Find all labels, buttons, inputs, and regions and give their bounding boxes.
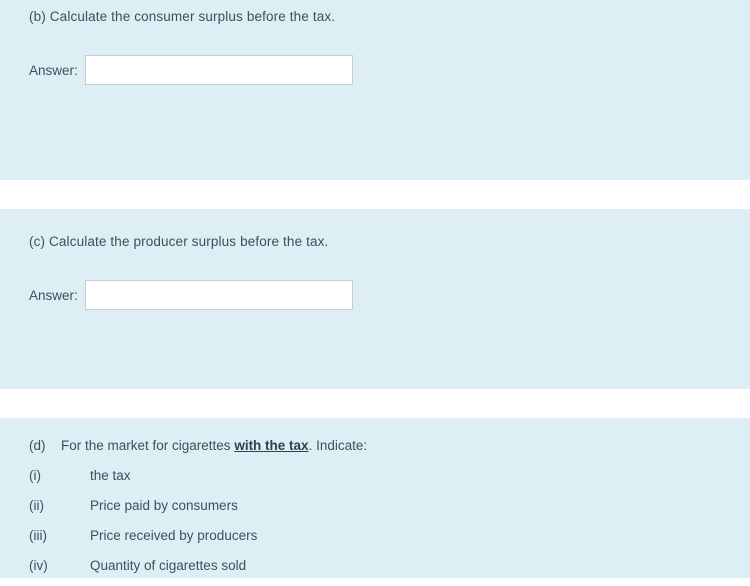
question-heading-d-before: For the market for cigarettes [61,438,235,453]
answer-label-b: Answer: [29,62,78,78]
question-heading-d: (d) For the market for cigarettes with th… [29,438,367,453]
worksheet-page: (b) Calculate the consumer surplus befor… [0,0,750,578]
question-label-d: (d) [29,438,46,453]
list-item-number: (ii) [29,498,44,513]
panel-gap-2 [0,389,750,418]
list-item: (ii) Price paid by consumers [29,498,238,513]
question-panel-d: (d) For the market for cigarettes with th… [0,418,750,578]
question-text-c: (c) Calculate the producer surplus befor… [29,234,329,249]
list-item-label: the tax [90,468,131,483]
answer-label-c: Answer: [29,287,78,303]
list-item-label: Price received by producers [90,528,258,543]
panel-gap-1 [0,180,750,209]
question-panel-c: (c) Calculate the producer surplus befor… [0,209,750,389]
list-item-number: (iii) [29,528,47,543]
list-item-number: (i) [29,468,41,483]
question-panel-b: (b) Calculate the consumer surplus befor… [0,0,750,180]
answer-input-b[interactable] [84,55,353,85]
answer-row-b: Answer: [29,55,353,85]
list-item-number: (iv) [29,558,48,573]
list-item: (iii) Price received by producers [29,528,257,543]
list-item: (iv) Quantity of cigarettes sold [29,558,246,573]
question-text-b: (b) Calculate the consumer surplus befor… [29,9,336,24]
list-item: (i) the tax [29,468,131,483]
list-item-label: Price paid by consumers [90,498,238,513]
list-item-label: Quantity of cigarettes sold [90,558,247,573]
answer-input-c[interactable] [84,280,353,310]
answer-row-c: Answer: [29,280,353,310]
question-heading-d-after: . Indicate: [308,438,368,453]
question-heading-d-emphasis: with the tax [234,438,309,453]
